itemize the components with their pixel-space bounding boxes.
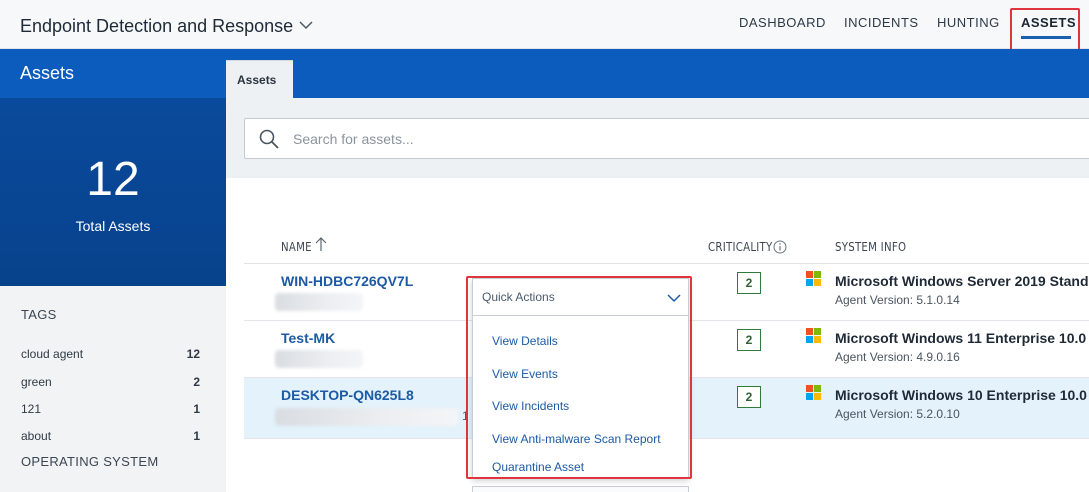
tag-filter-label[interactable]: 121: [21, 402, 41, 416]
quick-actions-underlay: [472, 486, 689, 492]
os-name: Microsoft Windows 11 Enterprise 10.0: [835, 330, 1087, 346]
agent-version: Agent Version: 5.2.0.10: [835, 407, 960, 421]
total-assets-count: 12: [86, 153, 140, 206]
nav-incidents[interactable]: INCIDENTS: [844, 15, 919, 30]
tag-filter-count: 2: [193, 375, 200, 389]
criticality-badge: 2: [737, 329, 761, 351]
column-header-name[interactable]: NAME: [281, 240, 312, 254]
windows-logo-icon: [806, 328, 821, 343]
windows-logo-icon: [806, 385, 821, 400]
search-icon: [259, 129, 279, 149]
assets-highlight-box: [1010, 8, 1080, 53]
quick-actions-highlight-box: [466, 276, 692, 479]
info-icon[interactable]: [773, 240, 787, 254]
nav-hunting[interactable]: HUNTING: [937, 15, 1000, 30]
asset-name-link[interactable]: Test-MK: [281, 330, 335, 346]
agent-version: Agent Version: 4.9.0.16: [835, 350, 960, 364]
tab-label: Assets: [237, 73, 277, 87]
total-assets-label: Total Assets: [75, 218, 151, 234]
criticality-badge: 2: [737, 386, 761, 408]
windows-logo-icon: [806, 271, 821, 286]
asset-name-link[interactable]: WIN-HDBC726QV7L: [281, 273, 413, 289]
agent-version: Agent Version: 5.1.0.14: [835, 293, 960, 307]
column-header-system-info[interactable]: SYSTEM INFO: [835, 240, 906, 254]
tag-filter-count: 12: [186, 347, 200, 361]
chevron-down-icon[interactable]: [298, 17, 314, 33]
os-name: Microsoft Windows 10 Enterprise 10.0: [835, 387, 1087, 403]
criticality-badge: 2: [737, 272, 761, 294]
tags-heading: TAGS: [21, 307, 57, 322]
page-header: [0, 49, 1089, 98]
search-input[interactable]: [293, 129, 993, 149]
os-heading: OPERATING SYSTEM: [21, 454, 159, 469]
tag-filter-count: 1: [193, 402, 200, 416]
app-title: Endpoint Detection and Response: [20, 16, 294, 36]
os-name: Microsoft Windows Server 2019 Stand: [835, 273, 1089, 289]
redacted-ip: [275, 350, 363, 368]
asset-name-link[interactable]: DESKTOP-QN625L8: [281, 387, 414, 403]
redacted-ip: [275, 408, 458, 426]
tag-filter-label[interactable]: green: [21, 375, 52, 389]
tag-filter-label[interactable]: about: [21, 429, 51, 443]
nav-dashboard[interactable]: DASHBOARD: [739, 15, 826, 30]
tag-filter-count: 1: [193, 429, 200, 443]
column-header-criticality[interactable]: CRITICALITY: [708, 240, 773, 254]
redacted-ip: [275, 293, 363, 311]
page-title: Assets: [20, 63, 75, 83]
tab-assets[interactable]: Assets: [226, 60, 293, 98]
tag-filter-label[interactable]: cloud agent: [21, 347, 83, 361]
arrow-up-icon[interactable]: [314, 236, 328, 252]
